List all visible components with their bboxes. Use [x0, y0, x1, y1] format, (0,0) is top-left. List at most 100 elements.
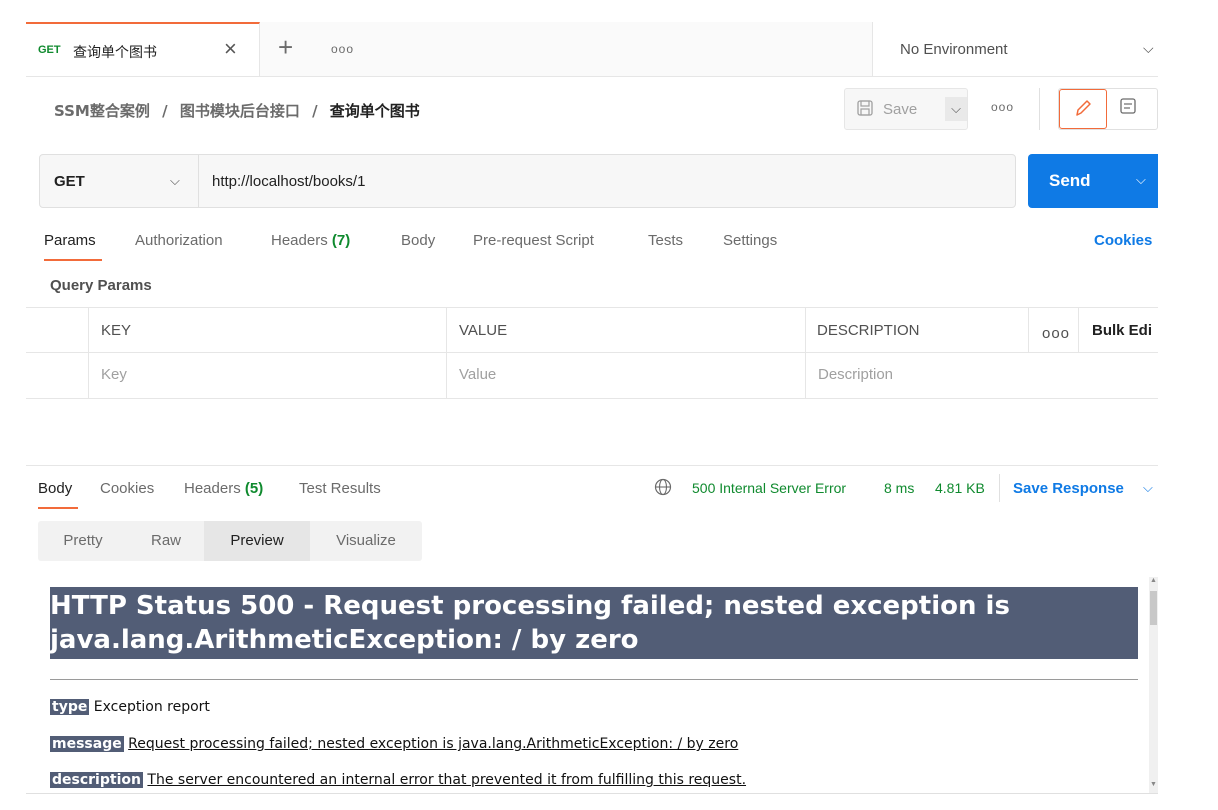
document-icon[interactable]	[1119, 97, 1137, 122]
error-heading-line: HTTP Status 500 - Request processing fai…	[50, 591, 1010, 621]
query-params-table: KEY VALUE DESCRIPTION ooo Bulk Edi Key V…	[26, 307, 1158, 399]
environment-label: No Environment	[900, 41, 1008, 58]
column-header-key: KEY	[101, 322, 132, 339]
param-key-input[interactable]: Key	[101, 366, 127, 383]
active-tab-indicator	[38, 507, 78, 509]
postman-window: GET 查询单个图书 × + ooo No Environment ⌵ SSM整…	[26, 0, 1158, 810]
send-button[interactable]: Send ⌵	[1028, 154, 1158, 208]
response-headers-label: Headers	[184, 480, 241, 497]
error-heading-line: java.lang.ArithmeticException: / by zero	[50, 625, 639, 655]
response-preview[interactable]: HTTP Status 500 - Request processing fai…	[38, 577, 1150, 793]
view-mode-visualize[interactable]: Visualize	[310, 521, 422, 561]
more-tabs-icon[interactable]: ooo	[331, 42, 354, 56]
tab-method-badge: GET	[38, 44, 61, 56]
view-mode-pretty[interactable]: Pretty	[38, 521, 128, 561]
tab-title: 查询单个图书	[73, 45, 157, 61]
breadcrumb-collection[interactable]: SSM整合案例	[54, 102, 150, 120]
response-divider[interactable]	[26, 465, 1158, 466]
response-time[interactable]: 8 ms	[884, 480, 914, 496]
param-description-input[interactable]: Description	[818, 366, 893, 383]
column-options-icon[interactable]: ooo	[1042, 325, 1070, 342]
tab-bar: GET 查询单个图书 × + ooo No Environment ⌵	[26, 22, 1158, 77]
environment-selector[interactable]: No Environment ⌵	[872, 22, 1158, 76]
column-divider	[88, 308, 89, 398]
response-tab-body[interactable]: Body	[38, 480, 72, 497]
more-actions-icon[interactable]: ooo	[991, 100, 1014, 114]
column-divider	[446, 308, 447, 398]
tab-settings[interactable]: Settings	[723, 232, 777, 249]
tab-headers-label: Headers	[271, 232, 328, 249]
method-divider	[198, 155, 199, 207]
description-text: The server encountered an internal error…	[147, 772, 747, 788]
request-tab[interactable]: GET 查询单个图书 ×	[26, 22, 260, 76]
tab-body[interactable]: Body	[401, 232, 435, 249]
description-label: description	[50, 772, 143, 788]
request-url-bar: GET ⌵ http://localhost/books/1	[39, 154, 1016, 208]
send-label: Send	[1049, 171, 1091, 190]
column-divider	[805, 308, 806, 398]
view-mode-preview[interactable]: Preview	[204, 521, 310, 561]
response-size[interactable]: 4.81 KB	[935, 480, 985, 496]
horizontal-rule	[50, 679, 1138, 680]
tab-params[interactable]: Params	[44, 232, 96, 249]
tab-authorization[interactable]: Authorization	[135, 232, 223, 249]
cookies-link[interactable]: Cookies	[1094, 232, 1152, 249]
column-divider	[1028, 308, 1029, 352]
status-code[interactable]: 500 Internal Server Error	[692, 480, 846, 496]
tab-headers[interactable]: Headers (7)	[271, 232, 350, 249]
table-header-row	[26, 308, 1158, 353]
message-text: Request processing failed; nested except…	[128, 736, 739, 752]
chevron-down-icon[interactable]: ⌵	[1143, 480, 1153, 496]
breadcrumb-separator: /	[162, 102, 168, 120]
floppy-icon	[857, 100, 873, 121]
globe-icon[interactable]	[654, 478, 672, 501]
column-header-value: VALUE	[459, 322, 508, 339]
new-tab-icon[interactable]: +	[278, 32, 293, 63]
response-headers-count: (5)	[244, 480, 264, 497]
scroll-up-icon[interactable]: ▲	[1150, 577, 1157, 584]
view-toggle-group	[1058, 88, 1158, 130]
breadcrumb-request[interactable]: 查询单个图书	[330, 102, 420, 120]
chevron-down-icon: ⌵	[1143, 40, 1154, 56]
close-tab-icon[interactable]: ×	[224, 36, 237, 62]
save-button[interactable]: Save ⌵	[844, 88, 968, 130]
pencil-icon	[1073, 97, 1093, 124]
send-options-chevron-icon[interactable]: ⌵	[1136, 172, 1146, 188]
tab-pre-request-script[interactable]: Pre-request Script	[473, 232, 594, 249]
toolbar-divider	[1039, 88, 1040, 130]
param-value-input[interactable]: Value	[459, 366, 496, 383]
active-tab-indicator	[44, 259, 102, 261]
query-params-title: Query Params	[50, 277, 152, 294]
tab-tests[interactable]: Tests	[648, 232, 683, 249]
save-label: Save	[883, 101, 918, 118]
http-method-select[interactable]: GET	[54, 173, 85, 190]
error-type-line: type Exception report	[50, 699, 210, 715]
type-label: type	[50, 699, 90, 715]
breadcrumb: SSM整合案例 / 图书模块后台接口 / 查询单个图书	[54, 100, 420, 121]
url-input[interactable]: http://localhost/books/1	[212, 173, 365, 190]
column-header-description: DESCRIPTION	[817, 322, 920, 339]
edit-mode-button[interactable]	[1059, 89, 1107, 129]
headers-count-badge: (7)	[331, 232, 351, 249]
response-tab-headers[interactable]: Headers (5)	[184, 480, 263, 497]
view-mode-raw[interactable]: Raw	[128, 521, 204, 561]
save-options-chevron-icon[interactable]: ⌵	[945, 97, 967, 121]
response-tab-cookies[interactable]: Cookies	[100, 480, 154, 497]
response-tab-test-results[interactable]: Test Results	[299, 480, 381, 497]
error-heading: HTTP Status 500 - Request processing fai…	[50, 589, 1138, 657]
bulk-edit-button[interactable]: Bulk Edi	[1092, 322, 1152, 339]
response-view-mode: Pretty Raw Preview Visualize	[38, 521, 422, 561]
message-label: message	[50, 736, 124, 752]
error-heading-band: HTTP Status 500 - Request processing fai…	[50, 587, 1138, 659]
chevron-down-icon[interactable]: ⌵	[170, 173, 180, 189]
scrollbar-thumb[interactable]	[1150, 591, 1157, 625]
response-bar-divider	[999, 474, 1000, 502]
preview-scrollbar[interactable]: ▲ ▼	[1149, 577, 1158, 793]
column-divider	[1078, 308, 1079, 352]
error-message-line: message Request processing failed; neste…	[50, 736, 738, 752]
scroll-down-icon[interactable]: ▼	[1150, 781, 1157, 788]
save-response-button[interactable]: Save Response	[1013, 480, 1124, 497]
breadcrumb-folder[interactable]: 图书模块后台接口	[180, 102, 300, 120]
error-description-line: description The server encountered an in…	[50, 772, 746, 788]
bottom-border	[26, 793, 1158, 794]
